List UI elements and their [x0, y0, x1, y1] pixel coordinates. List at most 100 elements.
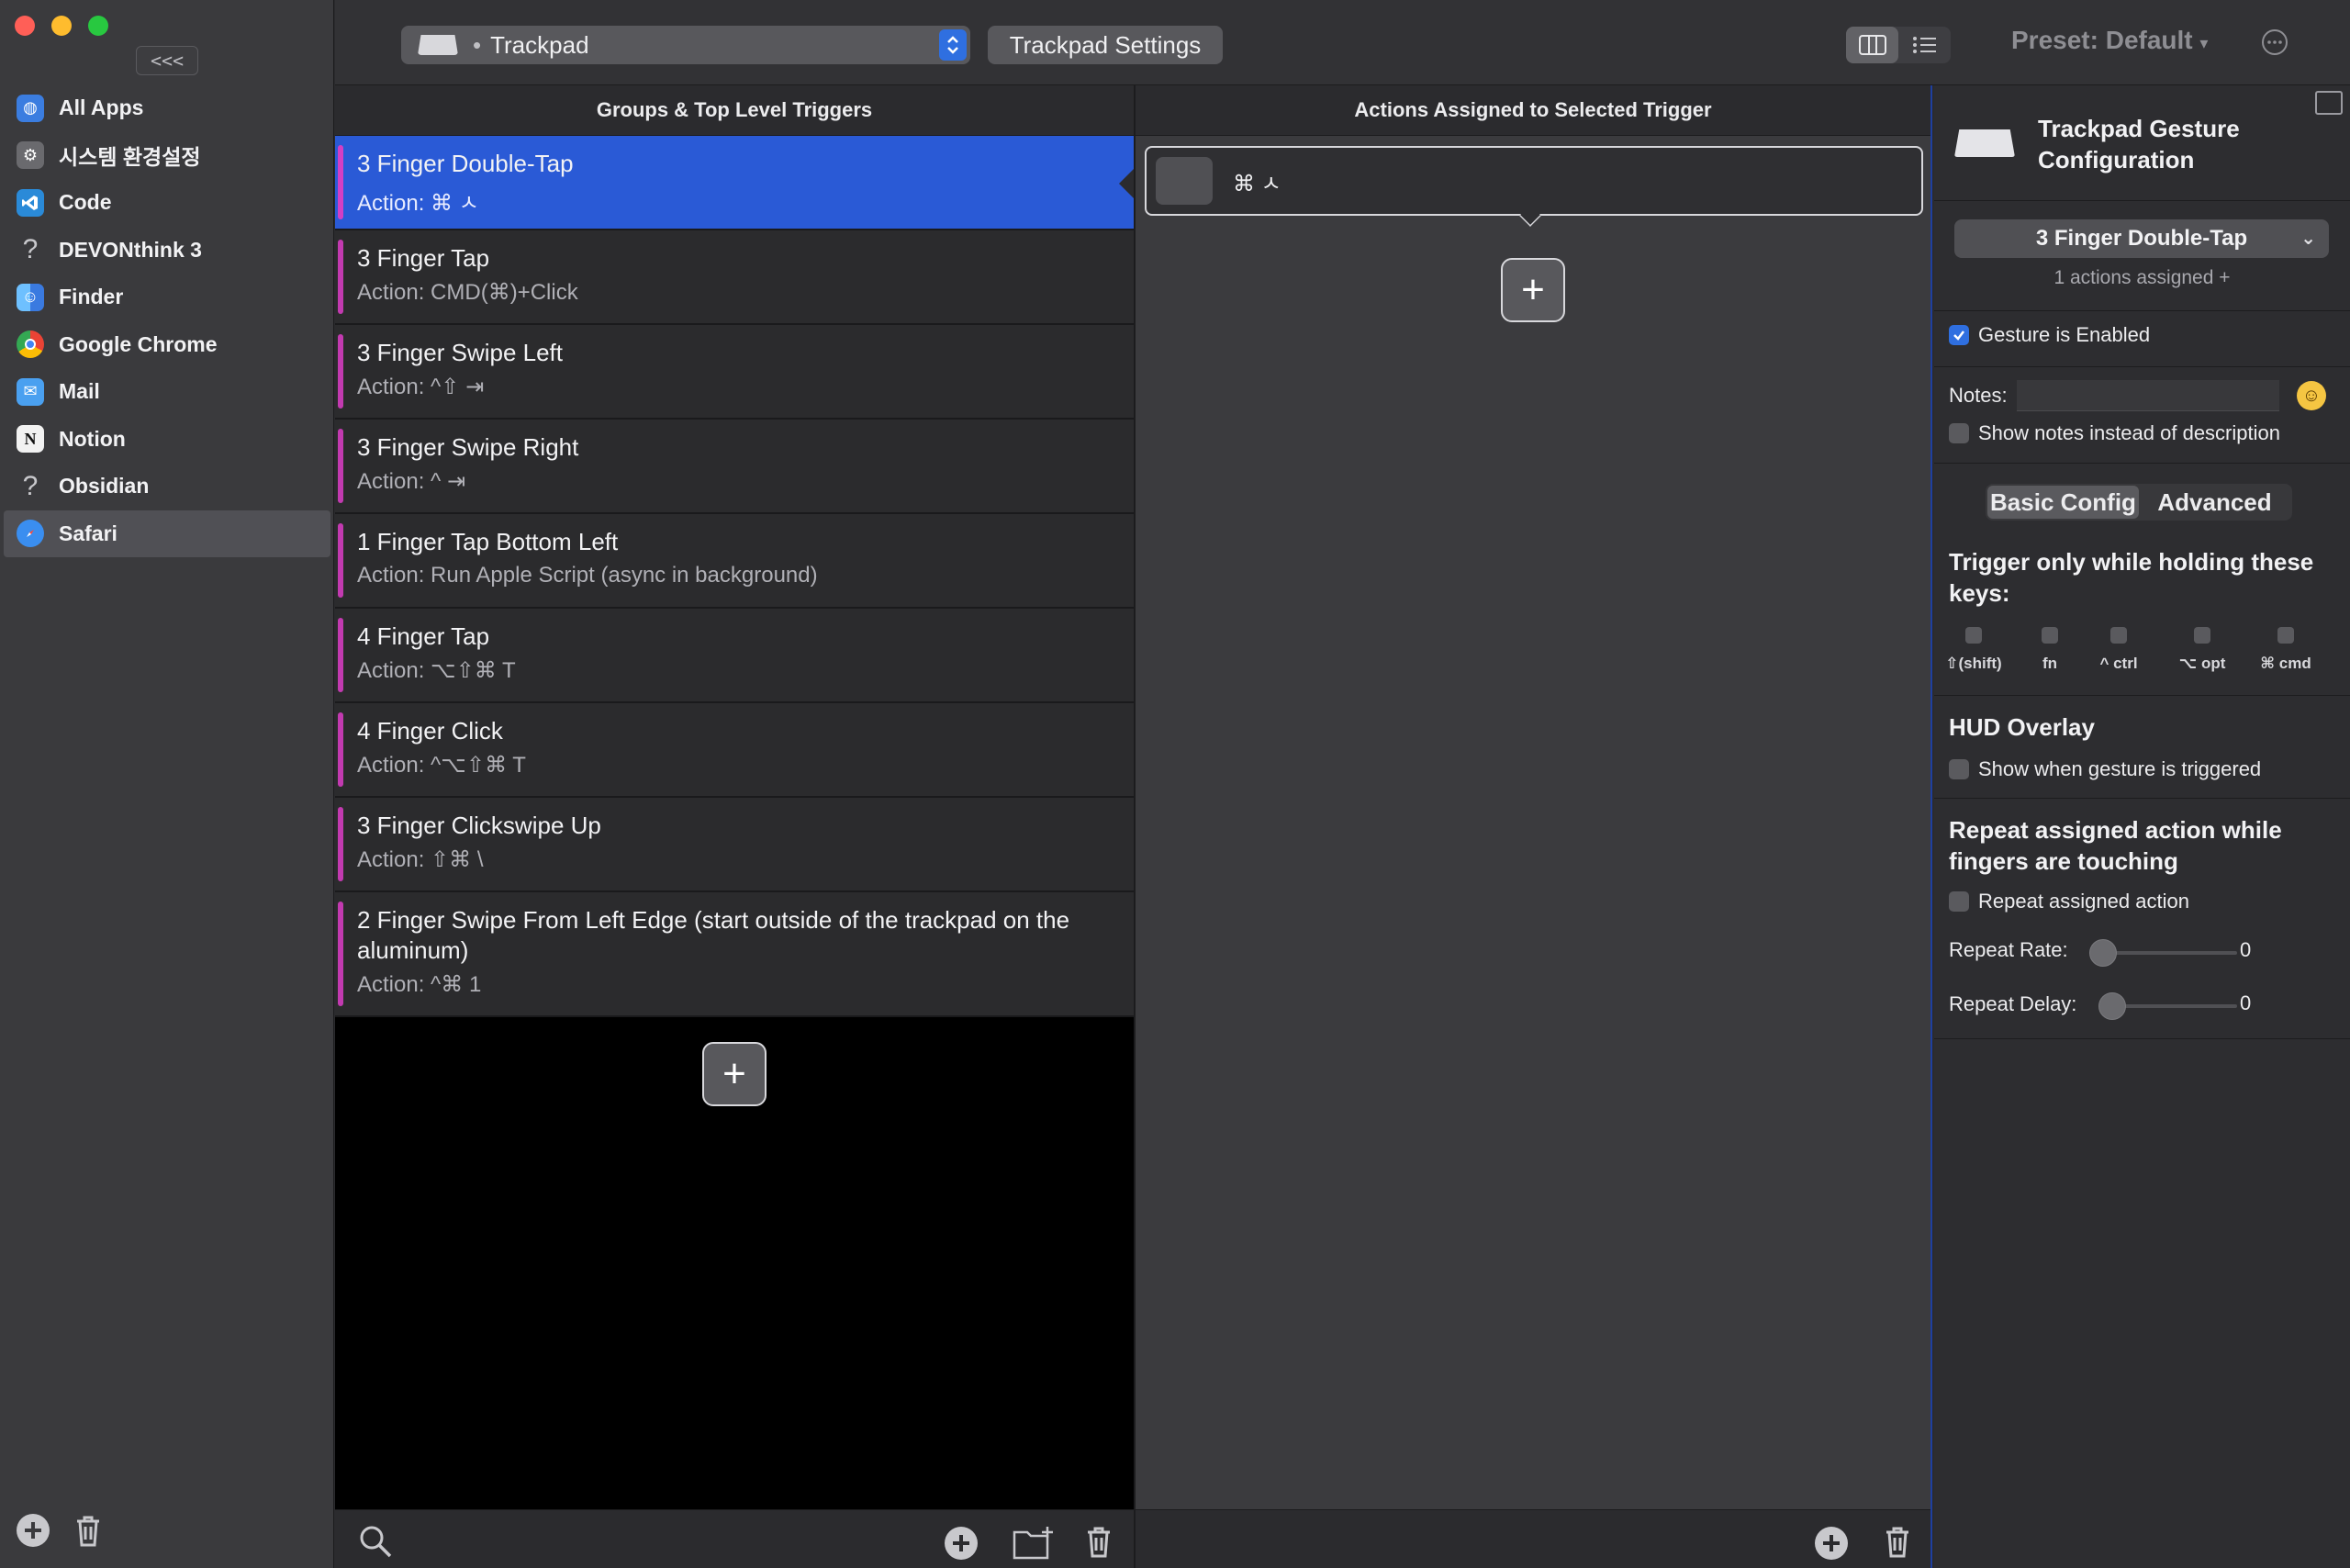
sidebar-item-system-preferences[interactable]: ⚙ 시스템 환경설정	[0, 132, 334, 180]
trigger-title: 2 Finger Swipe From Left Edge (start out…	[357, 906, 1070, 964]
preset-selector[interactable]: Preset: Default ▾	[2011, 26, 2208, 55]
repeat-rate-slider[interactable]	[2099, 951, 2237, 955]
add-action-button[interactable]: +	[1501, 258, 1565, 322]
modifier-ctrl-checkbox[interactable]: ^ ctrl	[2082, 627, 2155, 673]
sidebar-item-all-apps[interactable]: ◍ All Apps	[0, 84, 334, 132]
minimize-window-button[interactable]	[51, 16, 72, 36]
actions-footer	[1136, 1509, 1930, 1568]
trigger-row[interactable]: 3 Finger Tap Action: CMD(⌘)+Click	[335, 230, 1134, 325]
emoji-icon[interactable]: ☺	[2297, 381, 2326, 410]
gesture-enabled-checkbox[interactable]: Gesture is Enabled	[1949, 323, 2150, 347]
repeat-delay-slider[interactable]	[2109, 1004, 2237, 1008]
trigger-row[interactable]: 2 Finger Swipe From Left Edge (start out…	[335, 892, 1134, 1017]
window-icon[interactable]	[2315, 91, 2343, 115]
trigger-title: 4 Finger Click	[357, 717, 503, 745]
trigger-type-select[interactable]: • Trackpad	[401, 26, 970, 64]
sidebar-item-devonthink[interactable]: ? DEVONthink 3	[0, 227, 334, 274]
sidebar-item-mail[interactable]: ✉ Mail	[0, 368, 334, 416]
checkbox-label: Show when gesture is triggered	[1978, 757, 2262, 780]
tab-basic-config[interactable]: Basic Config	[1987, 486, 2139, 519]
hud-checkbox[interactable]: Show when gesture is triggered	[1949, 757, 2261, 781]
sidebar-footer	[15, 1512, 105, 1553]
checkbox	[2277, 627, 2294, 644]
trigger-row[interactable]: 1 Finger Tap Bottom Left Action: Run App…	[335, 514, 1134, 609]
modifier-fn-checkbox[interactable]: fn	[2013, 627, 2087, 673]
zoom-window-button[interactable]	[88, 16, 108, 36]
trigger-action: Action: ^ ⇥	[357, 469, 466, 494]
modifier-label: ⌥ opt	[2178, 655, 2226, 672]
trigger-action: Action: ^⌘ 1	[357, 972, 482, 997]
trigger-action: Action: ⌘ ㅅ	[357, 191, 479, 216]
sidebar-item-notion[interactable]: N Notion	[0, 416, 334, 464]
gear-icon: ⚙	[17, 141, 44, 170]
sidebar-item-google-chrome[interactable]: Google Chrome	[0, 321, 334, 369]
preset-label: Preset: Default	[2011, 26, 2193, 54]
column-view-icon[interactable]	[1846, 27, 1898, 63]
notes-field[interactable]	[2016, 380, 2279, 411]
modifier-cmd-checkbox[interactable]: ⌘ cmd	[2249, 627, 2322, 673]
sidebar-item-code[interactable]: Code	[0, 179, 334, 227]
question-icon: ?	[22, 234, 39, 265]
trigger-row[interactable]: 4 Finger Click Action: ^⌥⇧⌘ T	[335, 703, 1134, 798]
notion-icon: N	[17, 425, 44, 454]
checkbox-label: Repeat assigned action	[1978, 890, 2189, 913]
config-tabs: Basic Config Advanced	[1986, 484, 2292, 521]
notes-label: Notes:	[1949, 384, 2008, 407]
sidebar-item-label: Mail	[59, 379, 100, 404]
show-notes-checkbox[interactable]: Show notes instead of description	[1949, 421, 2280, 445]
repeat-rate-label: Repeat Rate:	[1949, 938, 2068, 961]
sidebar-item-label: Google Chrome	[59, 331, 218, 356]
trigger-title: 3 Finger Clickswipe Up	[357, 812, 601, 839]
action-item[interactable]: ⌘ ㅅ	[1145, 146, 1923, 216]
add-trigger-icon[interactable]	[943, 1525, 979, 1566]
trigger-row[interactable]: 3 Finger Swipe Left Action: ^⇧ ⇥	[335, 325, 1134, 420]
trigger-action: Action: ⇧⌘ \	[357, 847, 484, 872]
trigger-row[interactable]: 3 Finger Clickswipe Up Action: ⇧⌘ \	[335, 798, 1134, 892]
action-thumbnail	[1156, 157, 1213, 205]
sidebar-item-obsidian[interactable]: ? Obsidian	[0, 463, 334, 510]
gesture-select-section: 3 Finger Double-Tap ⌄ 1 actions assigned…	[1934, 201, 2350, 311]
sidebar-item-label: Notion	[59, 426, 126, 451]
repeat-delay-knob[interactable]	[2098, 992, 2126, 1020]
tab-advanced[interactable]: Advanced	[2139, 486, 2290, 519]
chrome-icon	[17, 330, 44, 359]
trigger-row[interactable]: 3 Finger Swipe Right Action: ^ ⇥	[335, 420, 1134, 514]
view-mode-toggle	[1846, 27, 1951, 63]
collapse-sidebar-button[interactable]: <<<	[136, 46, 198, 75]
trackpad-icon	[1954, 129, 2015, 157]
repeat-delay-label: Repeat Delay:	[1949, 992, 2077, 1015]
add-app-icon[interactable]	[15, 1512, 51, 1553]
repeat-checkbox[interactable]: Repeat assigned action	[1949, 890, 2189, 913]
modifier-opt-checkbox[interactable]: ⌥ opt	[2165, 627, 2239, 673]
actions-column: Actions Assigned to Selected Trigger ⌘ ㅅ…	[1134, 85, 1932, 1568]
close-window-button[interactable]	[15, 16, 35, 36]
modifier-shift-checkbox[interactable]: ⇧(shift)	[1937, 627, 2010, 673]
trigger-row[interactable]: 3 Finger Double-Tap Action: ⌘ ㅅ	[335, 136, 1134, 230]
chevron-down-icon: ▾	[2199, 34, 2209, 52]
trigger-title: 1 Finger Tap Bottom Left	[357, 528, 619, 555]
modifier-label: ^ ctrl	[2099, 655, 2138, 672]
trash-icon[interactable]	[1082, 1523, 1115, 1564]
add-trigger-button[interactable]: +	[702, 1042, 767, 1106]
more-options-icon[interactable]	[2261, 28, 2288, 61]
actions-header: Actions Assigned to Selected Trigger	[1136, 85, 1930, 136]
modifier-label: ⇧(shift)	[1945, 655, 2002, 672]
gesture-select[interactable]: 3 Finger Double-Tap ⌄	[1954, 219, 2329, 258]
sidebar-item-safari[interactable]: Safari	[4, 510, 330, 557]
checkbox	[2110, 627, 2127, 644]
list-view-icon[interactable]	[1898, 27, 1951, 63]
trash-icon[interactable]	[72, 1512, 105, 1553]
trash-icon[interactable]	[1881, 1523, 1914, 1564]
config-header: Trackpad Gesture Configuration	[1934, 85, 2350, 201]
new-folder-icon[interactable]	[1013, 1525, 1055, 1566]
add-action-icon[interactable]	[1813, 1525, 1850, 1566]
repeat-delay-value: 0	[2240, 991, 2252, 1014]
assigned-actions-count[interactable]: 1 actions assigned +	[1934, 267, 2350, 289]
trigger-row[interactable]: 4 Finger Tap Action: ⌥⇧⌘ T	[335, 609, 1134, 703]
repeat-rate-knob[interactable]	[2089, 939, 2117, 967]
search-icon[interactable]	[357, 1523, 394, 1564]
checkbox-label: Show notes instead of description	[1978, 421, 2280, 444]
trackpad-settings-button[interactable]: Trackpad Settings	[988, 26, 1223, 64]
sidebar-item-finder[interactable]: ☺ Finder	[0, 274, 334, 321]
finder-icon: ☺	[17, 283, 44, 311]
